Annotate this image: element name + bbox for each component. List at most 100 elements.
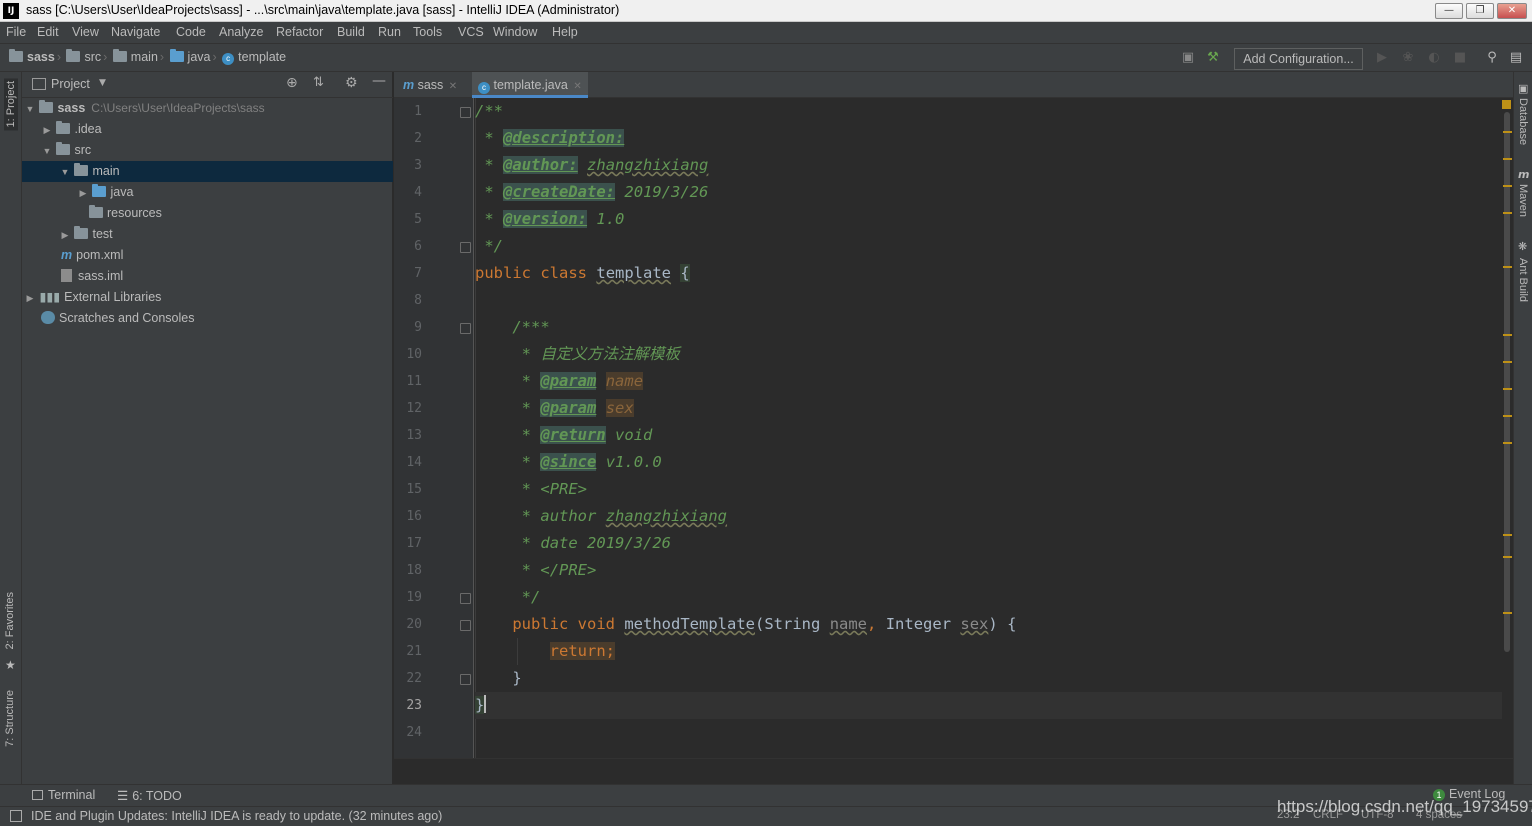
gear-icon[interactable]: ⚙ (345, 75, 358, 91)
error-stripe-mark[interactable] (1503, 415, 1512, 417)
error-stripe-mark[interactable] (1503, 334, 1512, 336)
add-configuration-button[interactable]: Add Configuration... (1234, 48, 1363, 70)
terminal-tab[interactable]: Terminal (32, 788, 95, 802)
status-message[interactable]: IDE and Plugin Updates: IntelliJ IDEA is… (31, 809, 442, 823)
scrollbar-thumb[interactable] (1504, 112, 1510, 652)
chevron-right-icon[interactable]: ▶ (59, 225, 71, 246)
menu-analyze[interactable]: Analyze (219, 25, 263, 39)
tree-item-idea[interactable]: ▶ .idea (22, 119, 393, 140)
tree-item-main[interactable]: ▼ main (22, 161, 393, 182)
tool-tab-maven[interactable]: Maven (1517, 184, 1529, 217)
tree-item-iml[interactable]: sass.iml (22, 266, 393, 287)
menu-window[interactable]: Window (493, 25, 537, 39)
breadcrumb-template[interactable]: template (238, 50, 286, 64)
breadcrumb-java[interactable]: java (188, 50, 211, 64)
tree-item-java[interactable]: ▶ java (22, 182, 393, 203)
tree-item-test[interactable]: ▶ test (22, 224, 393, 245)
breadcrumb-src[interactable]: src (84, 50, 101, 64)
menu-vcs[interactable]: VCS (458, 25, 484, 39)
search-icon[interactable]: ⚲ (1484, 50, 1500, 66)
menu-build[interactable]: Build (337, 25, 365, 39)
code-editor[interactable]: /** * @description: * @author: zhangzhix… (475, 98, 1505, 758)
error-stripe-mark[interactable] (1503, 556, 1512, 558)
close-icon[interactable]: ✕ (1497, 3, 1527, 19)
warning-indicator-icon[interactable] (1502, 100, 1511, 109)
build-hammer-icon[interactable]: ⚒ (1205, 50, 1221, 66)
tree-item-scratches[interactable]: Scratches and Consoles (22, 308, 393, 329)
tree-item-root[interactable]: ▼ sass C:\Users\User\IdeaProjects\sass (22, 98, 393, 119)
file-icon (61, 269, 72, 282)
menu-tools[interactable]: Tools (413, 25, 442, 39)
code-line: * date 2019/3/26 (521, 534, 672, 552)
project-structure-icon[interactable]: ▣ (1180, 50, 1196, 66)
chevron-right-icon[interactable]: ▶ (77, 183, 89, 204)
debug-icon[interactable]: ❀ (1400, 50, 1416, 66)
menu-navigate[interactable]: Navigate (111, 25, 160, 39)
error-stripe-mark[interactable] (1503, 534, 1512, 536)
chevron-down-icon[interactable]: ▼ (99, 78, 106, 88)
fold-marker-icon[interactable] (460, 674, 471, 685)
breadcrumb-main[interactable]: main (131, 50, 158, 64)
tab-sass[interactable]: m sass ✕ (397, 72, 463, 98)
line-number: 10 (406, 347, 422, 362)
error-stripe-mark[interactable] (1503, 442, 1512, 444)
menu-file[interactable]: File (6, 25, 26, 39)
toolbar-overflow-icon[interactable]: ▤ (1508, 50, 1524, 66)
chevron-down-icon[interactable]: ▼ (59, 162, 71, 183)
tree-item-resources[interactable]: resources (22, 203, 393, 224)
error-stripe-mark[interactable] (1503, 361, 1512, 363)
minimize-icon[interactable]: — (1435, 3, 1463, 19)
tree-item-src[interactable]: ▼ src (22, 140, 393, 161)
fold-marker-icon[interactable] (460, 323, 471, 334)
tool-tab-project[interactable]: 1: Project (4, 78, 18, 131)
hide-panel-icon[interactable]: — (372, 73, 386, 89)
project-view-selector[interactable]: Project (51, 77, 90, 91)
chevron-down-icon[interactable]: ▼ (24, 99, 36, 120)
error-stripe-mark[interactable] (1503, 131, 1512, 133)
tree-item-external-libraries[interactable]: ▶ ▮▮▮ External Libraries (22, 287, 393, 308)
chevron-right-icon[interactable]: ▶ (41, 120, 53, 141)
collapse-all-icon[interactable]: ⇅ (313, 75, 324, 90)
status-panel-icon[interactable] (10, 810, 22, 822)
fold-marker-icon[interactable] (460, 242, 471, 253)
tool-tab-ant-build[interactable]: Ant Build (1517, 258, 1529, 302)
fold-marker-icon[interactable] (460, 107, 471, 118)
menu-run[interactable]: Run (378, 25, 401, 39)
tool-tab-favorites[interactable]: 2: Favorites (4, 592, 16, 649)
line-number: 19 (406, 590, 422, 605)
stop-icon[interactable]: ■ (1452, 50, 1468, 66)
restore-icon[interactable]: ❐ (1466, 3, 1494, 19)
error-stripe-mark[interactable] (1503, 185, 1512, 187)
editor-scrollbar[interactable] (1502, 98, 1513, 758)
error-stripe-mark[interactable] (1503, 612, 1512, 614)
menu-edit[interactable]: Edit (37, 25, 59, 39)
tool-tab-structure[interactable]: 7: Structure (4, 690, 16, 747)
menu-code[interactable]: Code (176, 25, 206, 39)
menu-view[interactable]: View (72, 25, 99, 39)
tree-label: sass.iml (78, 269, 124, 283)
line-number: 4 (414, 185, 422, 200)
fold-marker-icon[interactable] (460, 593, 471, 604)
run-icon[interactable]: ▶ (1374, 50, 1390, 66)
close-tab-icon[interactable]: ✕ (449, 81, 457, 92)
tree-item-pom[interactable]: m pom.xml (22, 245, 393, 266)
error-stripe-mark[interactable] (1503, 158, 1512, 160)
breadcrumb-sass[interactable]: sass (27, 50, 55, 64)
error-stripe-mark[interactable] (1503, 388, 1512, 390)
tree-label: External Libraries (64, 290, 162, 304)
tool-tab-database[interactable]: Database (1517, 98, 1529, 145)
locate-icon[interactable]: ⊕ (286, 75, 298, 91)
status-bar: IDE and Plugin Updates: IntelliJ IDEA is… (0, 797, 1532, 826)
code-line: */ (484, 237, 504, 255)
error-stripe-mark[interactable] (1503, 266, 1512, 268)
error-stripe-mark[interactable] (1503, 212, 1512, 214)
menu-refactor[interactable]: Refactor (276, 25, 323, 39)
chevron-down-icon[interactable]: ▼ (41, 141, 53, 162)
coverage-icon[interactable]: ◐ (1426, 50, 1442, 66)
menu-help[interactable]: Help (552, 25, 578, 39)
close-tab-icon[interactable]: ✕ (573, 81, 581, 92)
tab-template-java[interactable]: c template.java ✕ (472, 72, 588, 98)
chevron-right-icon[interactable]: ▶ (24, 288, 36, 309)
todo-tab[interactable]: ☰ 6: TODO (117, 788, 182, 803)
fold-marker-icon[interactable] (460, 620, 471, 631)
